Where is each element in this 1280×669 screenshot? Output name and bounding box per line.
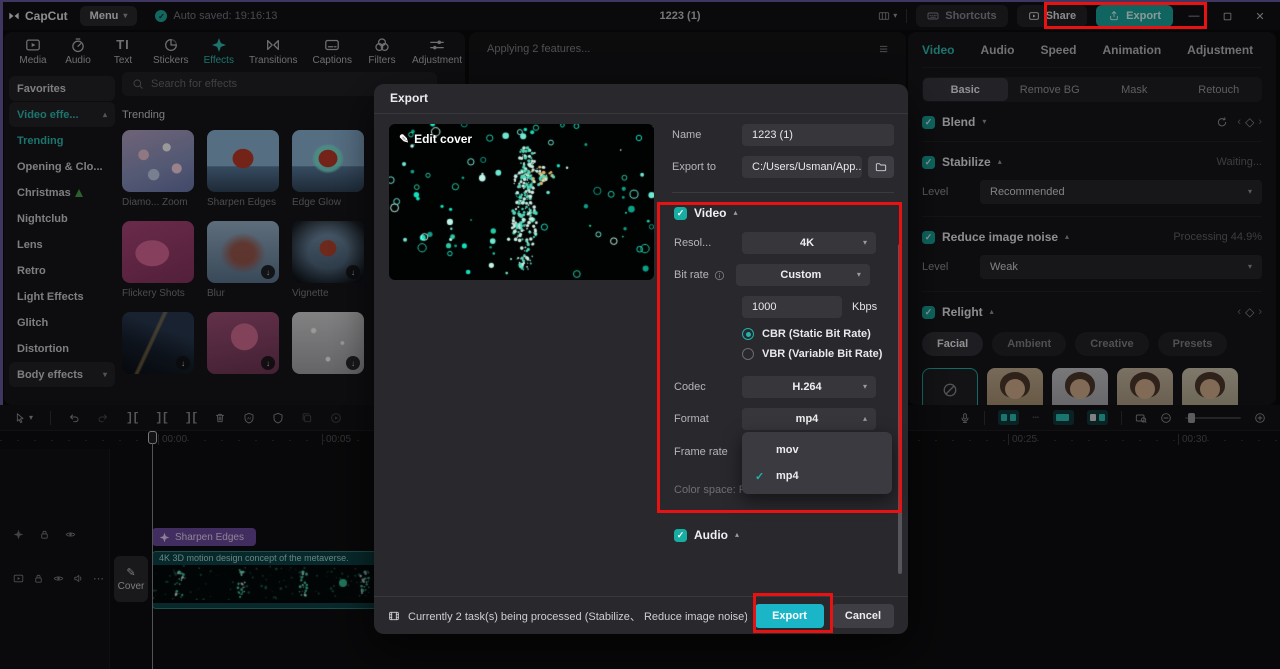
export-path-input[interactable]: C:/Users/Usman/App... — [742, 156, 862, 178]
video-checkbox[interactable]: ✓ — [674, 207, 687, 220]
bitrate-mode-dropdown[interactable]: Custom ▾ — [736, 264, 870, 286]
pencil-icon: ✎ — [399, 132, 409, 146]
cbr-radio[interactable] — [742, 328, 754, 340]
edit-cover-button[interactable]: ✎ Edit cover — [399, 132, 472, 146]
chevron-up-icon: ▴ — [733, 209, 737, 217]
dialog-footer: Currently 2 task(s) being processed (Sta… — [374, 596, 908, 634]
format-option-mp4[interactable]: mp4✓ — [742, 463, 892, 489]
check-icon: ✓ — [755, 470, 764, 483]
codec-dropdown[interactable]: H.264 ▾ — [742, 376, 876, 398]
chevron-down-icon: ▾ — [863, 383, 867, 391]
cover-image — [389, 124, 654, 280]
cbr-label: CBR (Static Bit Rate) — [762, 328, 871, 340]
format-dropdown[interactable]: mp4 ▴ — [742, 408, 876, 430]
export-dialog: Export ✎ Edit cover Name 1223 (1) Export… — [374, 84, 908, 634]
film-icon — [388, 610, 400, 622]
divider — [672, 512, 894, 513]
browse-folder-button[interactable] — [868, 156, 894, 178]
folder-icon — [875, 161, 887, 173]
cover-preview: ✎ Edit cover — [389, 124, 654, 280]
resolution-label: Resol... — [674, 237, 742, 249]
framerate-label: Frame rate — [674, 446, 728, 458]
chevron-down-icon: ▾ — [863, 239, 867, 247]
bitrate-unit: Kbps — [852, 301, 877, 313]
modal-scrollbar[interactable] — [898, 244, 902, 574]
info-icon — [714, 270, 725, 281]
capcut-window: CapCut Menu ▾ ✓ Auto saved: 19:16:13 122… — [0, 0, 1280, 669]
export-confirm-button[interactable]: Export — [755, 604, 824, 628]
cancel-button[interactable]: Cancel — [832, 604, 894, 628]
dialog-title: Export — [374, 84, 908, 114]
chevron-up-icon: ▴ — [735, 531, 739, 539]
audio-checkbox[interactable]: ✓ — [674, 529, 687, 542]
chevron-up-icon: ▴ — [863, 415, 867, 423]
bitrate-label: Bit rate — [674, 269, 709, 281]
bitrate-value-input[interactable]: 1000 — [742, 296, 842, 318]
format-label: Format — [674, 413, 742, 425]
export-to-label: Export to — [672, 161, 742, 173]
name-input[interactable]: 1223 (1) — [742, 124, 894, 146]
tasks-status: Currently 2 task(s) being processed (Sta… — [408, 608, 747, 624]
resolution-dropdown[interactable]: 4K ▾ — [742, 232, 876, 254]
chevron-down-icon: ▾ — [857, 271, 861, 279]
format-options-menu: movmp4✓ — [742, 432, 892, 494]
divider — [672, 192, 894, 193]
vbr-label: VBR (Variable Bit Rate) — [762, 348, 882, 360]
codec-label: Codec — [674, 381, 742, 393]
name-label: Name — [672, 129, 742, 141]
vbr-radio[interactable] — [742, 348, 754, 360]
format-option-mov[interactable]: mov — [742, 437, 892, 463]
